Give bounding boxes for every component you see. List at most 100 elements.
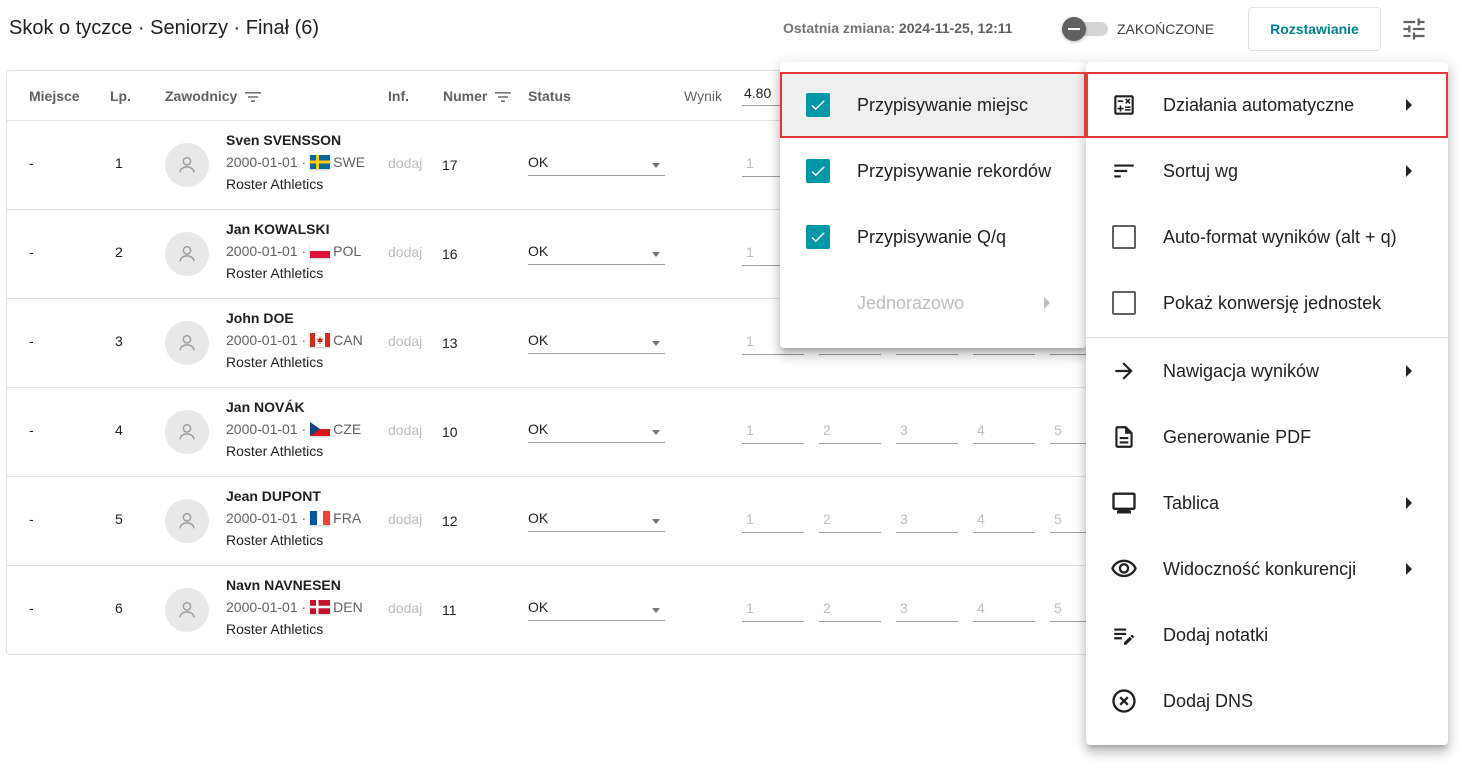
attempt-input[interactable]: 2: [819, 600, 881, 622]
filter-icon[interactable]: [495, 91, 512, 103]
athlete-meta: 2000-01-01 · POL: [226, 243, 361, 259]
checkbox-checked-icon[interactable]: [806, 159, 830, 183]
athlete-name[interactable]: Jan KOWALSKI: [226, 221, 329, 237]
cancel-circle-icon: [1110, 687, 1138, 715]
attempt-input[interactable]: 2: [819, 511, 881, 533]
attempt-input[interactable]: 3: [896, 600, 958, 622]
menu-item-add-dns[interactable]: Dodaj DNS: [1086, 668, 1448, 734]
person-icon: [179, 512, 195, 529]
inf-add-link[interactable]: dodaj: [388, 600, 422, 616]
header-athletes[interactable]: Zawodnicy: [165, 88, 262, 104]
athlete-dob: 2000-01-01 ·: [226, 599, 307, 615]
tune-icon[interactable]: [1400, 15, 1428, 43]
attempt-input[interactable]: 2: [819, 422, 881, 444]
athlete-meta: 2000-01-01 · DEN: [226, 599, 363, 615]
menu-label: Nawigacja wyników: [1163, 360, 1320, 381]
menu-item-auto-format[interactable]: Auto-format wyników (alt + q): [1086, 204, 1448, 270]
status-select[interactable]: OK: [528, 332, 665, 354]
checkbox-icon[interactable]: [1110, 289, 1138, 317]
submenu-item-one-time[interactable]: Jednorazowo: [780, 270, 1086, 336]
bib-number: 11: [442, 602, 457, 618]
menu-item-generate-pdf[interactable]: Generowanie PDF: [1086, 404, 1448, 470]
athlete-name[interactable]: Sven SVENSSON: [226, 132, 341, 148]
status-value: OK: [528, 421, 549, 437]
flag-icon: [310, 333, 331, 347]
seeding-button[interactable]: Rozstawianie: [1248, 7, 1381, 51]
sort-icon: [1110, 157, 1138, 185]
menu-label: Generowanie PDF: [1163, 426, 1312, 447]
athlete-name[interactable]: Navn NAVNESEN: [226, 577, 341, 593]
header-status[interactable]: Status: [528, 88, 571, 104]
height-input[interactable]: 4.80: [744, 85, 771, 101]
status-select[interactable]: OK: [528, 154, 665, 176]
checkbox-box: [1112, 225, 1136, 249]
chevron-right-icon: [1406, 99, 1412, 111]
flag-icon: [310, 155, 331, 169]
notes-edit-icon: [1110, 621, 1138, 649]
attempt-input[interactable]: 1: [742, 600, 804, 622]
filter-icon[interactable]: [245, 91, 262, 103]
athlete-name[interactable]: Jean DUPONT: [226, 488, 321, 504]
menu-item-unit-conversion[interactable]: Pokaż konwersję jednostek: [1086, 270, 1448, 336]
athlete-country: POL: [333, 243, 362, 259]
header-number[interactable]: Numer: [443, 88, 512, 104]
athlete-name[interactable]: Jan NOVÁK: [226, 399, 305, 415]
athlete-club: Roster Athletics: [226, 265, 324, 281]
avatar: [165, 410, 209, 454]
arrow-right-icon: [1110, 357, 1138, 385]
toggle-knob: [1062, 17, 1086, 41]
avatar: [165, 321, 209, 365]
checkbox-icon[interactable]: [1110, 223, 1138, 251]
inf-add-link[interactable]: dodaj: [388, 244, 422, 260]
menu-item-auto-actions[interactable]: Działania automatyczne: [1086, 72, 1448, 138]
status-select[interactable]: OK: [528, 243, 665, 265]
inf-add-link[interactable]: dodaj: [388, 511, 422, 527]
attempt-input[interactable]: 1: [742, 511, 804, 533]
place-cell: -: [29, 422, 34, 438]
lp-cell: 3: [115, 333, 123, 349]
attempt-input[interactable]: 4: [973, 511, 1035, 533]
menu-item-sort-by[interactable]: Sortuj wg: [1086, 138, 1448, 204]
submenu-item-assign-qualification[interactable]: Przypisywanie Q/q: [780, 204, 1086, 270]
checkbox-checked-icon[interactable]: [806, 93, 830, 117]
finished-toggle[interactable]: [1062, 17, 1110, 41]
attempt-input[interactable]: 4: [973, 600, 1035, 622]
header-result: Wynik: [684, 88, 722, 104]
bib-number: 13: [442, 335, 458, 351]
submenu-item-assign-places[interactable]: Przypisywanie miejsc: [780, 72, 1086, 138]
header-place[interactable]: Miejsce: [29, 88, 80, 104]
checkbox-checked-icon[interactable]: [806, 225, 830, 249]
athlete-club: Roster Athletics: [226, 621, 324, 637]
submenu-label: Przypisywanie rekordów: [857, 160, 1052, 181]
athlete-club: Roster Athletics: [226, 176, 324, 192]
checkbox-box: [1112, 291, 1136, 315]
inf-add-link[interactable]: dodaj: [388, 333, 422, 349]
status-select[interactable]: OK: [528, 510, 665, 532]
status-select[interactable]: OK: [528, 421, 665, 443]
inf-add-link[interactable]: dodaj: [388, 155, 422, 171]
status-select[interactable]: OK: [528, 599, 665, 621]
attempt-input[interactable]: 4: [973, 422, 1035, 444]
calculator-icon: [1110, 91, 1138, 119]
inf-add-link[interactable]: dodaj: [388, 422, 422, 438]
header-lp[interactable]: Lp.: [110, 88, 131, 104]
menu-item-result-navigation[interactable]: Nawigacja wyników: [1086, 338, 1448, 404]
menu-label: Widoczność konkurencji: [1163, 558, 1357, 579]
table-row: - 4 Jan NOVÁK 2000-01-01 · CZE Roster Athleti…: [7, 388, 1112, 477]
attempt-input[interactable]: 3: [896, 511, 958, 533]
menu-item-add-notes[interactable]: Dodaj notatki: [1086, 602, 1448, 668]
menu-item-visibility[interactable]: Widoczność konkurencji: [1086, 536, 1448, 602]
attempt-input[interactable]: 3: [896, 422, 958, 444]
attempt-input[interactable]: 1: [742, 422, 804, 444]
person-icon: [179, 601, 195, 618]
submenu-item-assign-records[interactable]: Przypisywanie rekordów: [780, 138, 1086, 204]
person-icon: [179, 423, 195, 440]
athlete-name[interactable]: John DOE: [226, 310, 294, 326]
flag-icon: [310, 244, 331, 258]
menu-label: Dodaj DNS: [1163, 690, 1254, 711]
menu-item-board[interactable]: Tablica: [1086, 470, 1448, 536]
options-menu: Działania automatyczne Sortuj wg Auto-fo…: [1086, 62, 1448, 745]
header-athletes-label: Zawodnicy: [165, 88, 238, 104]
header-inf[interactable]: Inf.: [388, 88, 409, 104]
dropdown-caret-icon: [652, 341, 660, 346]
